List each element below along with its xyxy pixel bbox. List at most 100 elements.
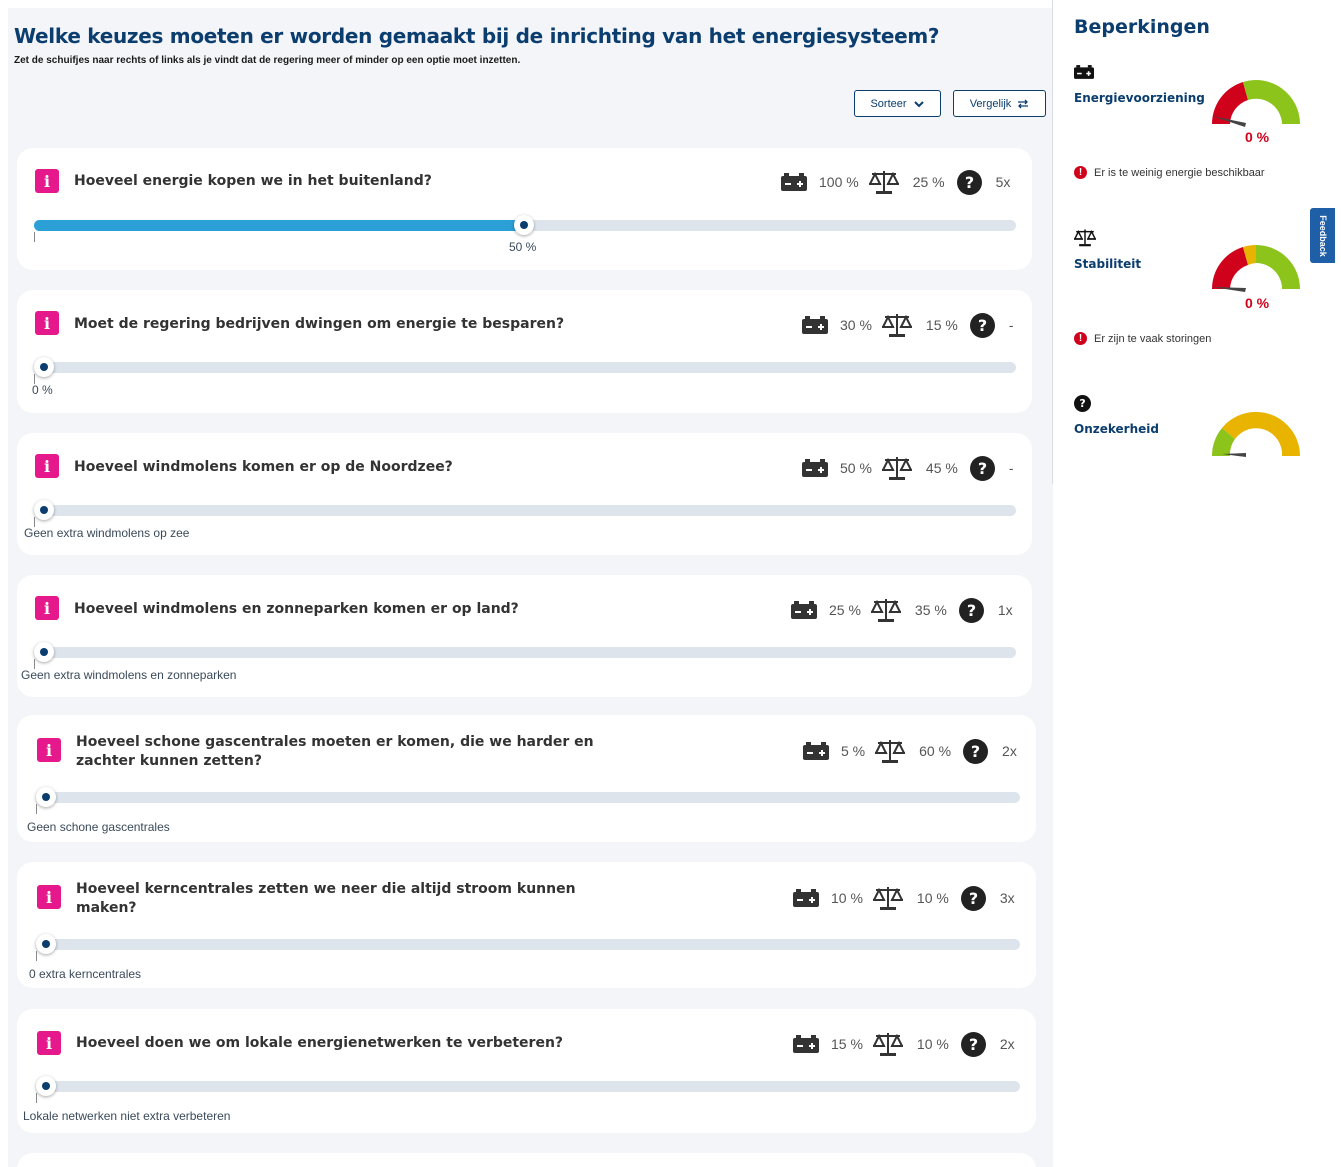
svg-text:?: ?: [971, 742, 980, 761]
slider-value-label: 0 %: [32, 383, 53, 397]
slider-track[interactable]: [34, 215, 1016, 242]
question-card: i Hoeveel kerncentrales zetten we neer d…: [17, 862, 1036, 988]
page-subtitle: Zet de schuifjes naar rechts of links al…: [14, 55, 521, 66]
slider-thumb[interactable]: [514, 215, 534, 235]
question-circle-icon: ?: [969, 312, 995, 338]
battery-icon: [791, 601, 817, 619]
slider-track[interactable]: [36, 1076, 1020, 1103]
gauge-value: 0 %: [1244, 295, 1270, 311]
slider-tick: [36, 804, 37, 814]
slider-fill: [34, 220, 524, 231]
slider-thumb[interactable]: [34, 642, 54, 662]
slider-track[interactable]: [34, 642, 1016, 669]
warning-text: Er zijn te vaak storingen: [1094, 332, 1212, 345]
battery-icon: [802, 459, 828, 477]
question-text-line: Hoeveel kerncentrales zetten we neer die…: [76, 881, 576, 897]
slider-thumb[interactable]: [36, 934, 56, 954]
feedback-label: Feedback: [1317, 214, 1328, 257]
info-icon[interactable]: i: [35, 311, 59, 335]
constraint-label: Energievoorziening: [1074, 91, 1205, 105]
slider-thumb[interactable]: [34, 500, 54, 520]
feedback-tab[interactable]: Feedback: [1310, 208, 1335, 263]
question-text-line: zachter kunnen zetten?: [76, 753, 262, 769]
stability-value: 10 %: [916, 890, 949, 906]
slider-value-label: Geen extra windmolens op zee: [24, 526, 190, 540]
constraint-label: Stabiliteit: [1074, 257, 1142, 271]
gauge-value: 0 %: [1244, 129, 1270, 145]
compare-button[interactable]: Vergelijk: [953, 90, 1046, 117]
scale-icon: [872, 887, 903, 910]
compare-button-label: Vergelijk: [969, 97, 1012, 110]
uncertainty-value: -: [1008, 317, 1014, 333]
scale-icon: [870, 599, 901, 622]
stability-value: 25 %: [912, 174, 945, 190]
uncertainty-value: 2x: [1002, 743, 1017, 759]
slider-thumb[interactable]: [34, 357, 54, 377]
svg-text:?: ?: [969, 889, 978, 908]
info-icon[interactable]: i: [35, 169, 59, 193]
info-icon[interactable]: i: [35, 454, 59, 478]
question-text-line: Hoeveel schone gascentrales moeten er ko…: [76, 734, 594, 750]
slider-tick: [34, 232, 35, 242]
sort-button[interactable]: Sorteer: [854, 90, 941, 117]
stability-value: 35 %: [914, 602, 947, 618]
slider-thumb[interactable]: [36, 787, 56, 807]
energy-value: 100 %: [819, 174, 859, 190]
question-metrics: 50 % 45 % ? -: [802, 455, 1014, 481]
svg-text:?: ?: [964, 173, 973, 192]
battery-icon: [803, 742, 829, 760]
question-text: Hoeveel doen we om lokale energienetwerk…: [76, 1035, 564, 1051]
scale-icon: [881, 457, 912, 480]
uncertainty-value: 1x: [997, 602, 1013, 618]
slider-tick: [36, 1093, 37, 1103]
svg-text:?: ?: [978, 316, 987, 335]
question-metrics: 30 % 15 % ? -: [802, 312, 1014, 338]
slider-track[interactable]: [34, 357, 1016, 384]
question-card: i Moet de regering bedrijven dwingen om …: [17, 290, 1032, 413]
svg-text:?: ?: [969, 1035, 978, 1054]
question-card: i Hoeveel windmolens komen er op de Noor…: [17, 433, 1032, 555]
energy-value: 10 %: [831, 890, 863, 906]
uncertainty-gauge: [1212, 411, 1300, 457]
energy-gauge: [1212, 80, 1300, 127]
energy-value: 15 %: [831, 1036, 863, 1052]
question-circle-icon: ?: [963, 738, 989, 764]
panel-divider: [1052, 0, 1053, 484]
battery-icon: [781, 173, 807, 191]
stability-value: 60 %: [919, 743, 952, 759]
stability-value: 45 %: [925, 460, 958, 476]
stability-value: 10 %: [916, 1036, 949, 1052]
slider-track[interactable]: [34, 500, 1016, 527]
slider-track[interactable]: [36, 787, 1020, 814]
energy-value: 25 %: [829, 602, 861, 618]
uncertainty-value: 2x: [999, 1036, 1015, 1052]
slider-value-label: 50 %: [509, 240, 537, 254]
slider-thumb[interactable]: [36, 1076, 56, 1096]
question-text-line: maken?: [76, 900, 137, 916]
warning-icon: !: [1074, 166, 1087, 179]
info-icon[interactable]: i: [37, 885, 61, 909]
battery-icon: [1074, 65, 1094, 79]
info-icon[interactable]: i: [37, 1031, 61, 1055]
question-metrics: 10 % 10 % ? 3x: [793, 885, 1015, 911]
question-metrics: 15 % 10 % ? 2x: [793, 1031, 1015, 1057]
stability-gauge: [1212, 245, 1300, 292]
warning-message: ! Er is te weinig energie beschikbaar: [1074, 166, 1265, 179]
sort-button-label: Sorteer: [870, 97, 907, 110]
question-text: Hoeveel schone gascentrales moeten er ko…: [76, 733, 594, 771]
question-text: Hoeveel energie kopen we in het buitenla…: [74, 173, 432, 189]
question-circle-icon: ?: [960, 1031, 986, 1057]
slider-value-label: Lokale netwerken niet extra verbeteren: [23, 1109, 231, 1123]
question-text: Moet de regering bedrijven dwingen om en…: [74, 316, 565, 332]
slider-track[interactable]: [36, 934, 1020, 961]
info-icon[interactable]: i: [37, 738, 61, 762]
info-icon[interactable]: i: [35, 596, 59, 620]
question-circle-icon: ?: [960, 885, 986, 911]
question-circle-icon: ?: [969, 455, 995, 481]
scale-icon: [872, 1033, 903, 1056]
question-text: Hoeveel windmolens komen er op de Noordz…: [74, 459, 453, 475]
energy-value: 5 %: [841, 743, 866, 759]
slider-value-label: Geen extra windmolens en zonneparken: [21, 668, 237, 682]
energy-value: 30 %: [840, 317, 872, 333]
question-card: i Hoeveel schone gascentrales moeten er …: [17, 715, 1036, 842]
